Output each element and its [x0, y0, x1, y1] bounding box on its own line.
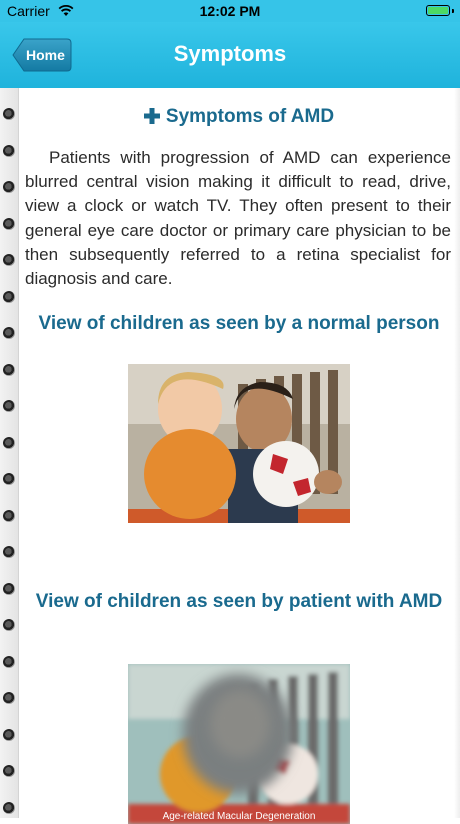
spiral-ring-icon	[3, 363, 15, 376]
children-amd-view-image: Age-related Macular Degeneration	[128, 664, 350, 824]
spiral-ring-icon	[3, 254, 15, 266]
status-bar: Carrier 12:02 PM	[0, 0, 460, 22]
spiral-ring-icon	[3, 217, 15, 230]
spiral-ring-icon	[3, 546, 15, 558]
spiral-ring-icon	[3, 144, 15, 157]
spiral-ring-icon	[3, 400, 15, 412]
children-normal-view-image	[128, 364, 350, 523]
spiral-ring-icon	[3, 327, 15, 339]
spiral-ring-icon	[3, 728, 15, 741]
image-caption-overlay: Age-related Macular Degeneration	[162, 811, 316, 822]
spiral-ring-icon	[3, 290, 15, 303]
spiral-ring-icon	[3, 181, 15, 193]
battery-tip	[452, 9, 454, 13]
spiral-ring-icon	[3, 473, 15, 485]
caption-normal-view: View of children as seen by a normal per…	[38, 313, 440, 334]
spiral-ring-icon	[3, 509, 15, 522]
symptoms-paragraph: Patients with progression of AMD can exp…	[25, 148, 451, 289]
spiral-binding	[0, 88, 19, 818]
plus-cross-icon	[143, 108, 160, 130]
page-edge	[454, 88, 460, 818]
spiral-ring-icon	[3, 801, 15, 814]
caption-patient-view: View of children as seen by patient with…	[35, 591, 443, 612]
spiral-ring-icon	[3, 765, 15, 777]
section-heading-text: Symptoms of AMD	[165, 106, 335, 127]
spiral-ring-icon	[3, 655, 15, 668]
page-title: Symptoms	[173, 41, 287, 66]
spiral-ring-icon	[3, 436, 15, 449]
spiral-ring-icon	[3, 582, 15, 595]
battery-icon	[426, 5, 450, 16]
spiral-ring-icon	[3, 619, 15, 631]
status-time: 12:02 PM	[199, 3, 261, 19]
section-heading: Symptoms of AMD	[24, 106, 454, 130]
spiral-ring-icon	[3, 108, 15, 120]
spiral-ring-icon	[3, 692, 15, 704]
navigation-bar: Home Symptoms	[0, 22, 460, 88]
